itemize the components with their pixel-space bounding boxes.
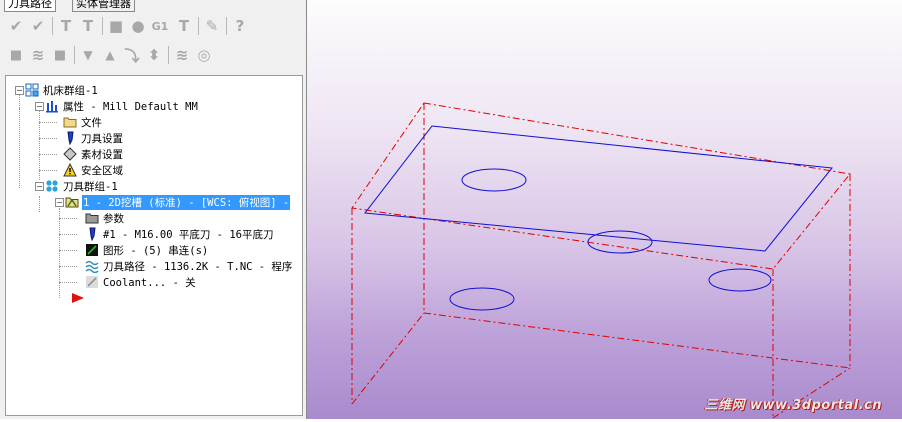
- collapse-toggle[interactable]: −: [35, 102, 44, 111]
- select-all-icon[interactable]: ✔: [6, 15, 26, 37]
- stock-settings-icon: [63, 147, 77, 161]
- regenerate-selected-icon[interactable]: T: [56, 15, 76, 37]
- tree-item-tool-settings[interactable]: 刀具设置: [63, 130, 124, 146]
- tree-item-label: 刀具群组-1: [63, 180, 118, 193]
- tree-item-geometry[interactable]: 图形 - (5) 串连(s): [85, 242, 209, 258]
- warning-icon: [63, 163, 77, 177]
- part-outline: [364, 125, 833, 311]
- tree-item-label: 素材设置: [81, 148, 123, 161]
- verify-icon[interactable]: ●: [128, 15, 148, 37]
- coolant-icon: [85, 275, 99, 289]
- help-icon[interactable]: ?: [230, 15, 250, 37]
- move-up-icon[interactable]: ▲: [100, 44, 120, 66]
- tree-line: [59, 250, 77, 251]
- toggle-post-icon[interactable]: ■: [50, 44, 70, 66]
- tree-item-label: 刀具设置: [81, 132, 123, 145]
- tree-line: [39, 170, 57, 171]
- highfeed-icon[interactable]: ✎: [202, 15, 222, 37]
- tree-item-label: 文件: [81, 116, 102, 129]
- select-dirty-icon[interactable]: ✔: [28, 15, 48, 37]
- tree-item-machine-group[interactable]: 机床群组-1: [25, 82, 99, 98]
- toolbar-separator: [198, 17, 199, 35]
- tree-item-safety-zone[interactable]: 安全区域: [63, 162, 124, 178]
- insert-arrow-icon: [71, 291, 85, 305]
- folder-icon: [63, 115, 77, 129]
- tree-line: [59, 208, 60, 298]
- tree-line: [39, 106, 40, 180]
- tree-item-label: 刀具路径 - 1136.2K - T.NC - 程序: [103, 260, 293, 273]
- tree-line: [59, 266, 77, 267]
- tree-item-toolpath[interactable]: 刀具路径 - 1136.2K - T.NC - 程序: [85, 258, 293, 274]
- tree-line: [59, 218, 77, 219]
- geometry-icon: [85, 243, 99, 257]
- tool-settings-icon: [63, 131, 77, 145]
- tool-icon: [85, 227, 99, 241]
- toolbar-separator: [168, 46, 169, 64]
- toggle-display-icon[interactable]: ≋: [28, 44, 48, 66]
- tree-item-label: 属性 - Mill Default MM: [63, 100, 198, 113]
- tree-item-toolpath-group[interactable]: 刀具群组-1: [45, 178, 119, 194]
- backplot-icon[interactable]: ■: [106, 15, 126, 37]
- collapse-toggle[interactable]: −: [35, 182, 44, 191]
- toolpath-group-icon: [45, 179, 59, 193]
- tab-toolpaths[interactable]: 刀具路径: [4, 0, 56, 12]
- parameters-folder-icon: [85, 211, 99, 225]
- tree-item-label: 1 - 2D挖槽 (标准) - [WCS: 俯视图] -: [82, 194, 291, 210]
- tree-item-label: 图形 - (5) 串连(s): [103, 244, 209, 257]
- graphics-viewport[interactable]: 三维网 www.3dportal.cn: [307, 0, 902, 419]
- scroll-to-icon[interactable]: ⬍: [144, 44, 164, 66]
- post-selected-icon[interactable]: T: [174, 15, 194, 37]
- toolbar-separator: [52, 17, 53, 35]
- toolpath-manager-panel: 刀具路径 实体管理器 ✔ ✔ T T ■ ● G1 T ✎ ? ■ ≋ ■ ▼ …: [0, 0, 307, 419]
- operation-folder-icon: [65, 195, 79, 209]
- watermark: 三维网 www.3dportal.cn: [704, 398, 882, 413]
- tree-item-parameters[interactable]: 参数: [85, 210, 125, 226]
- collapse-toggle[interactable]: −: [55, 198, 64, 207]
- insert-arrow-icon[interactable]: ⤵: [122, 44, 142, 66]
- toolbar-separator: [74, 46, 75, 64]
- tree-line: [59, 282, 77, 283]
- tree-item-label: 安全区域: [81, 164, 123, 177]
- tree-item-label: 机床群组-1: [43, 84, 98, 97]
- tree-line: [39, 154, 57, 155]
- tree-line: [19, 108, 20, 188]
- move-down-icon[interactable]: ▼: [78, 44, 98, 66]
- lock-icon[interactable]: ■: [6, 44, 26, 66]
- tree-line: [39, 196, 40, 212]
- stock-boundary: [351, 102, 851, 419]
- post-g1-icon[interactable]: G1: [150, 15, 170, 37]
- panel-tabs: 刀具路径 实体管理器: [0, 0, 307, 12]
- collapse-toggle[interactable]: −: [15, 86, 24, 95]
- tree-item-coolant[interactable]: Coolant... - 关: [85, 274, 197, 290]
- tree-item-tool[interactable]: #1 - M16.00 平底刀 - 16平底刀: [85, 226, 274, 242]
- regenerate-dirty-icon[interactable]: T: [78, 15, 98, 37]
- properties-icon: [45, 99, 59, 113]
- tree-item-operation[interactable]: 1 - 2D挖槽 (标准) - [WCS: 俯视图] -: [65, 194, 291, 210]
- tree-item-files[interactable]: 文件: [63, 114, 103, 130]
- toolbar-separator: [102, 17, 103, 35]
- tab-solids-manager[interactable]: 实体管理器: [72, 0, 135, 12]
- toolbar-separator: [226, 17, 227, 35]
- display-toolpaths-icon[interactable]: ≋: [172, 44, 192, 66]
- tree-item-label: 参数: [103, 212, 124, 225]
- tree-line: [39, 138, 57, 139]
- toolpath-wave-icon: [85, 259, 99, 273]
- insert-arrow-marker[interactable]: [71, 290, 88, 306]
- tree-item-label: #1 - M16.00 平底刀 - 16平底刀: [103, 228, 274, 241]
- tree-item-label: Coolant... - 关: [103, 276, 196, 289]
- tree-item-stock-settings[interactable]: 素材设置: [63, 146, 124, 162]
- tree-item-properties[interactable]: 属性 - Mill Default MM: [45, 98, 199, 114]
- display-stock-icon[interactable]: ◎: [194, 44, 214, 66]
- wireframe-view: [351, 102, 851, 419]
- operations-tree[interactable]: − 机床群组-1 − 属性 - Mill Default MM 文件 刀具设置: [5, 75, 303, 416]
- tree-line: [39, 122, 57, 123]
- machine-group-icon: [25, 83, 39, 97]
- tree-line: [59, 234, 77, 235]
